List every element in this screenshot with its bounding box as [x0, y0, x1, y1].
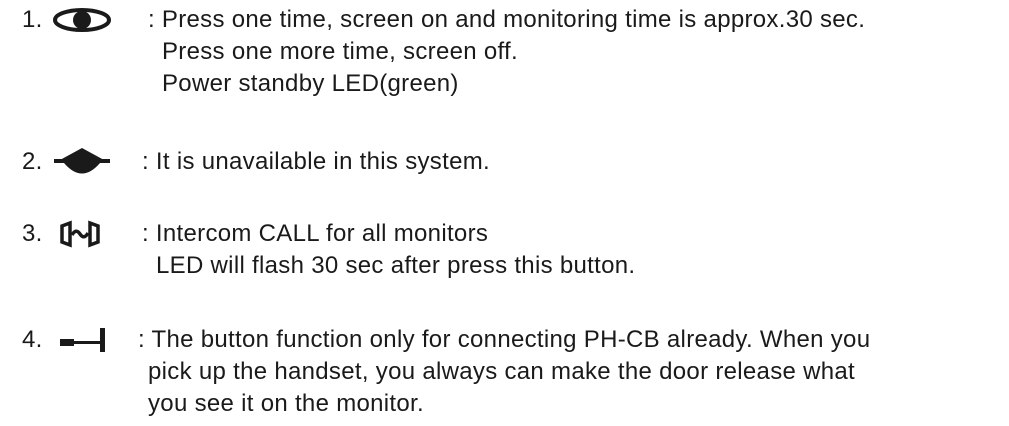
item-text-line: LED will flash 30 sec after press this b…	[156, 252, 636, 279]
item-text-line: : The button function only for connectin…	[138, 326, 871, 353]
instruction-item-2: 2. : It is unavailable in this system.	[22, 146, 490, 178]
item-number: 1.	[22, 6, 43, 33]
item-number: 4.	[22, 326, 43, 353]
instruction-item-1: 1. : Press one time, screen on and monit…	[22, 4, 865, 100]
item-text-line: : Press one time, screen on and monitori…	[148, 6, 866, 33]
instruction-item-3: 3. : Intercom CALL for all monitors LED …	[22, 218, 635, 282]
item-text-line: Power standby LED(green)	[162, 70, 459, 97]
key-icon	[50, 324, 120, 356]
item-number: 3.	[22, 220, 43, 247]
intercom-icon	[50, 218, 116, 250]
item-text-line: you see it on the monitor.	[148, 390, 424, 417]
speaker-icon	[50, 146, 116, 178]
item-number: 2.	[22, 148, 43, 175]
item-text-line: Press one more time, screen off.	[162, 38, 518, 65]
instruction-item-4: 4. : The button function only for connec…	[22, 324, 870, 420]
item-text-line: pick up the handset, you always can make…	[148, 358, 856, 385]
eye-icon	[50, 4, 122, 36]
item-text-line: : It is unavailable in this system.	[142, 148, 490, 175]
item-text-line: : Intercom CALL for all monitors	[142, 220, 489, 247]
